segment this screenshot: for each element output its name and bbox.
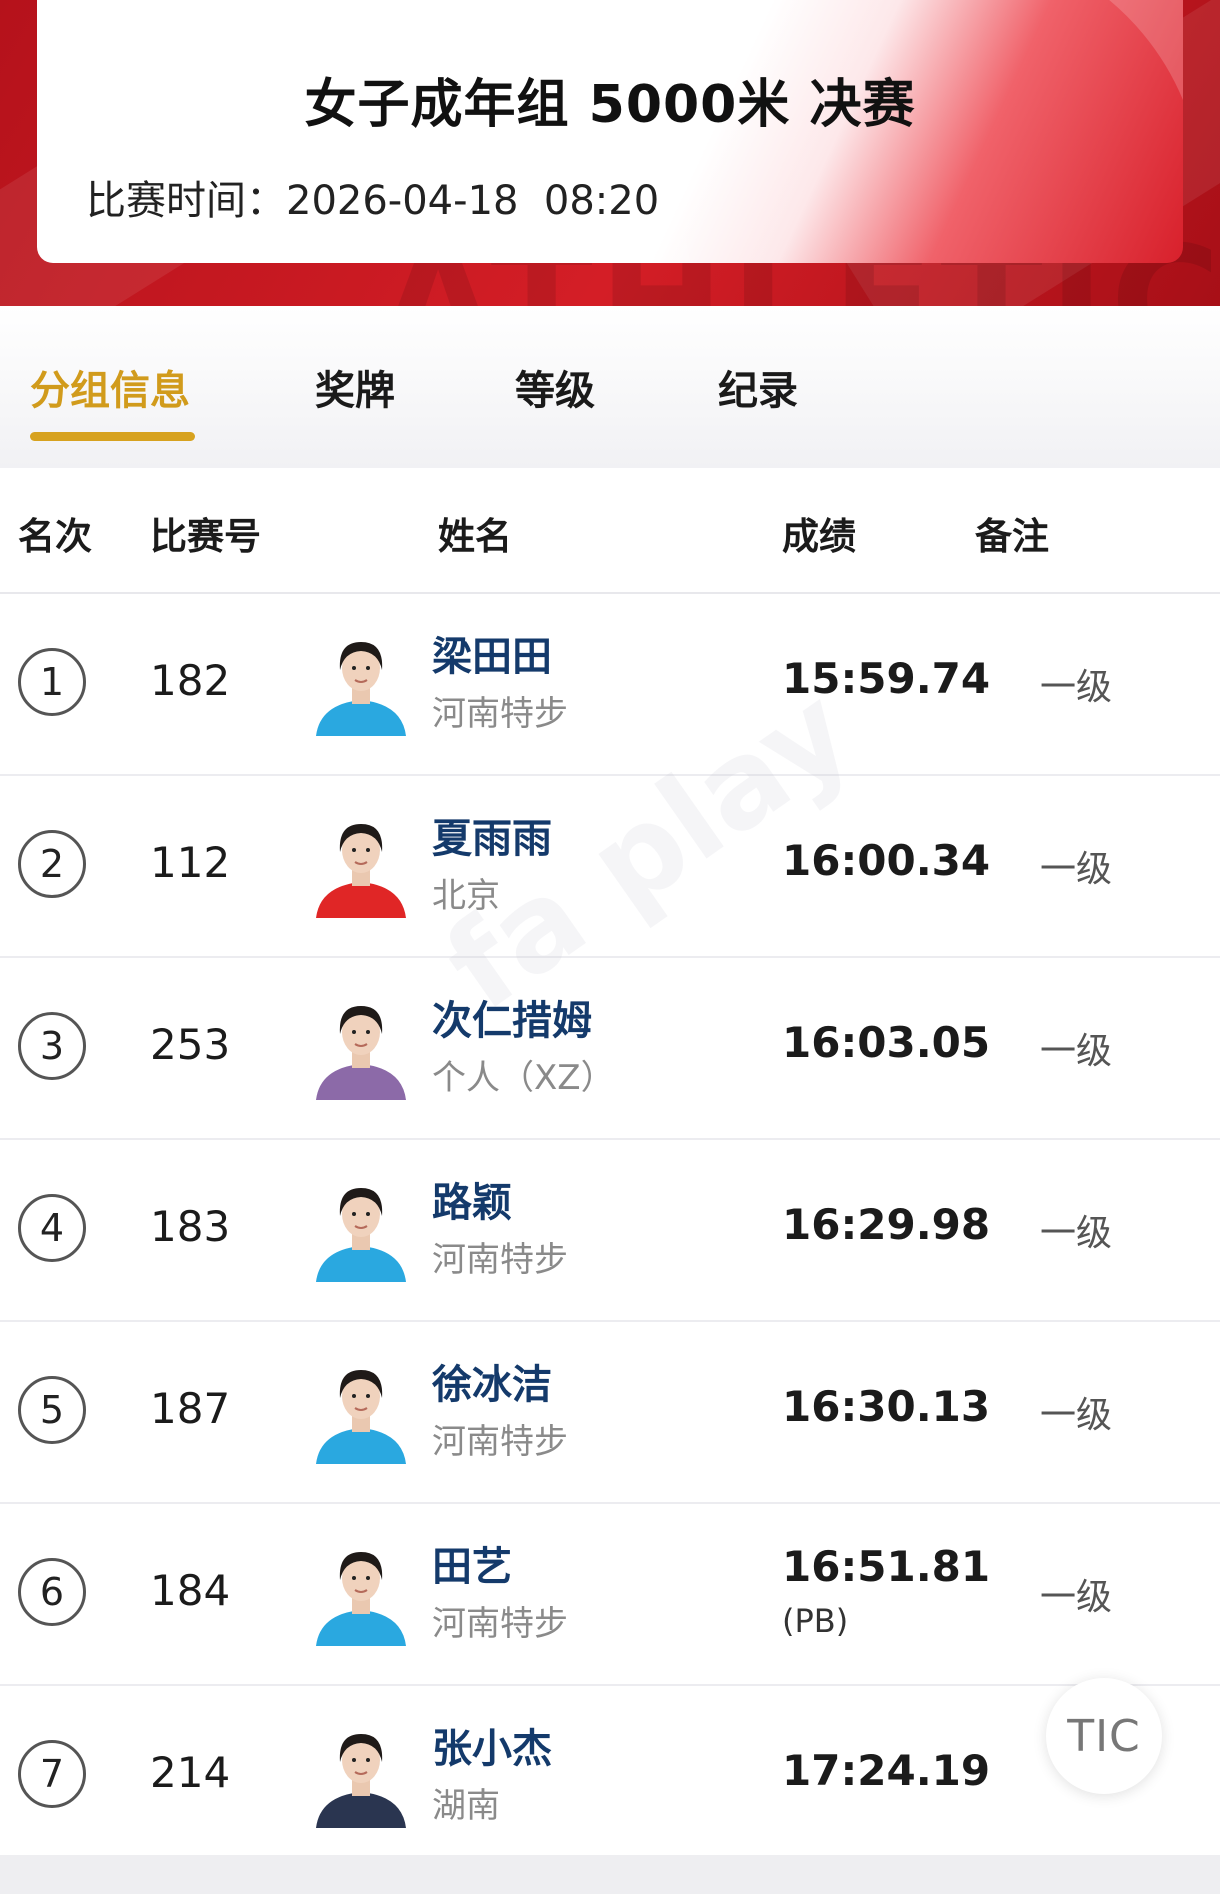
- column-header-name: 姓名: [438, 515, 512, 558]
- column-header-result: 成绩: [782, 515, 856, 558]
- column-header-bib: 比赛号: [150, 515, 261, 558]
- column-header-note: 备注: [975, 515, 1049, 558]
- rank-badge: 5: [18, 1376, 86, 1444]
- athlete-name[interactable]: 张小杰: [432, 1716, 552, 1774]
- bib-number: 187: [150, 1384, 231, 1433]
- table-row[interactable]: 3 253 次仁措姆个人（XZ） 16:03.05 一级: [0, 958, 1220, 1140]
- athlete-avatar[interactable]: [308, 1726, 414, 1828]
- table-body: 1 182 梁田田河南特步 15:59.74 一级 2 112 夏雨雨北京 16:00.34 一级…: [0, 594, 1220, 1868]
- grade-note: 一级: [1040, 1213, 1113, 1254]
- grade-note: 一级: [1040, 667, 1113, 708]
- bib-number: 183: [150, 1202, 231, 1251]
- result-time: 16:51.81: [782, 1542, 991, 1591]
- result-time: 16:30.13: [782, 1382, 991, 1431]
- grade-note: 一级: [1040, 1031, 1113, 1072]
- bottom-strip: [0, 1855, 1220, 1894]
- table-row[interactable]: 2 112 夏雨雨北京 16:00.34 一级: [0, 776, 1220, 958]
- event-card: 女子成年组 5000米 决赛 比赛时间：2026-04-18 08:20: [37, 0, 1183, 263]
- header-banner: ATHLETICS 女子成年组 5000米 决赛 比赛时间：2026-04-18…: [0, 0, 1220, 306]
- active-tab-indicator: [30, 432, 195, 441]
- athlete-avatar[interactable]: [308, 998, 414, 1100]
- rank-badge: 2: [18, 830, 86, 898]
- result-time: 15:59.74: [782, 654, 991, 703]
- tab-bar: 分组信息 奖牌 等级 纪录: [0, 306, 1220, 468]
- athlete-name[interactable]: 路颖: [432, 1170, 512, 1228]
- fab-label: TIC: [1067, 1710, 1141, 1762]
- rank-badge: 7: [18, 1740, 86, 1808]
- table-row[interactable]: 6 184 田艺河南特步 16:51.81 (PB) 一级: [0, 1504, 1220, 1686]
- column-header-rank: 名次: [18, 515, 92, 558]
- grade-note: 一级: [1040, 1577, 1113, 1618]
- event-time: 比赛时间：2026-04-18 08:20: [86, 168, 659, 226]
- bib-number: 112: [150, 838, 231, 887]
- result-time: 16:29.98: [782, 1200, 991, 1249]
- rank-badge: 1: [18, 648, 86, 716]
- table-row[interactable]: 5 187 徐冰洁河南特步 16:30.13 一级: [0, 1322, 1220, 1504]
- bib-number: 182: [150, 656, 231, 705]
- athlete-team: 个人（XZ）: [432, 1058, 615, 1098]
- athlete-name[interactable]: 徐冰洁: [432, 1352, 552, 1410]
- athlete-team: 北京: [432, 876, 500, 916]
- tab-grades[interactable]: 等级: [515, 358, 595, 416]
- athlete-name[interactable]: 夏雨雨: [432, 806, 552, 864]
- athlete-avatar[interactable]: [308, 634, 414, 736]
- rank-badge: 3: [18, 1012, 86, 1080]
- floating-tic-button[interactable]: TIC: [1046, 1678, 1162, 1794]
- rank-badge: 6: [18, 1558, 86, 1626]
- athlete-avatar[interactable]: [308, 1180, 414, 1282]
- athlete-name[interactable]: 梁田田: [432, 624, 552, 682]
- tab-group-info[interactable]: 分组信息: [30, 358, 190, 416]
- table-row[interactable]: 4 183 路颖河南特步 16:29.98 一级: [0, 1140, 1220, 1322]
- table-header: 名次 比赛号 姓名 成绩 备注: [0, 468, 1220, 594]
- athlete-team: 湖南: [432, 1786, 500, 1826]
- results-table: 名次 比赛号 姓名 成绩 备注 1 182 梁田田河南特步 15:59.74 一级 2 11…: [0, 468, 1220, 1868]
- athlete-team: 河南特步: [432, 694, 568, 734]
- grade-note: 一级: [1040, 849, 1113, 890]
- athlete-name[interactable]: 次仁措姆: [432, 988, 592, 1046]
- personal-best-tag: (PB): [782, 1602, 849, 1640]
- tab-medals[interactable]: 奖牌: [315, 358, 395, 416]
- result-time: 16:00.34: [782, 836, 991, 885]
- athlete-team: 河南特步: [432, 1604, 568, 1644]
- grade-note: 一级: [1040, 1395, 1113, 1436]
- tab-records[interactable]: 纪录: [718, 358, 798, 416]
- athlete-avatar[interactable]: [308, 816, 414, 918]
- bib-number: 184: [150, 1566, 231, 1615]
- event-time-label: 比赛时间：: [86, 178, 286, 224]
- event-time-value: 2026-04-18 08:20: [286, 178, 660, 224]
- result-time: 16:03.05: [782, 1018, 991, 1067]
- athlete-name[interactable]: 田艺: [432, 1534, 512, 1592]
- table-row[interactable]: 1 182 梁田田河南特步 15:59.74 一级: [0, 594, 1220, 776]
- athlete-team: 河南特步: [432, 1240, 568, 1280]
- athlete-avatar[interactable]: [308, 1544, 414, 1646]
- event-title: 女子成年组 5000米 决赛: [304, 75, 916, 135]
- athlete-avatar[interactable]: [308, 1362, 414, 1464]
- table-row[interactable]: 7 214 张小杰湖南 17:24.19: [0, 1686, 1220, 1868]
- result-time: 17:24.19: [782, 1746, 991, 1795]
- bib-number: 253: [150, 1020, 231, 1069]
- bib-number: 214: [150, 1748, 231, 1797]
- rank-badge: 4: [18, 1194, 86, 1262]
- athlete-team: 河南特步: [432, 1422, 568, 1462]
